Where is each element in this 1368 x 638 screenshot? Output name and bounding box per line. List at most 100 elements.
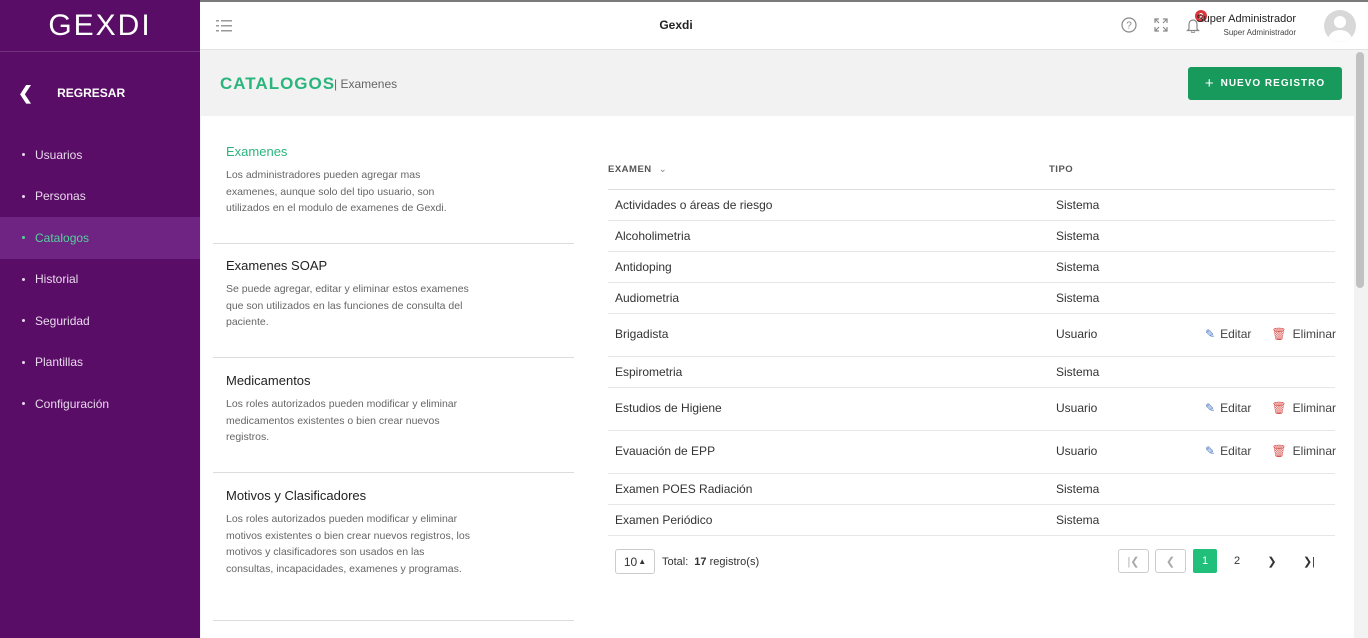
sidebar-item-label: Plantillas bbox=[35, 355, 84, 370]
bullet-icon bbox=[22, 277, 25, 281]
trash-icon[interactable]: 🗑 bbox=[1271, 444, 1286, 458]
app-logo[interactable]: GEXDI bbox=[0, 0, 200, 52]
sidebar-item-seguridad[interactable]: Seguridad bbox=[0, 300, 200, 342]
table-row: Brigadista Usuario ✎ Editar 🗑 Eliminar bbox=[608, 314, 1336, 357]
sidebar-item-historial[interactable]: Historial bbox=[0, 259, 200, 301]
cell-examen: Antidoping bbox=[615, 260, 672, 274]
cell-examen: Examen POES Radiación bbox=[615, 482, 753, 496]
sidebar-item-usuarios[interactable]: Usuarios bbox=[0, 134, 200, 176]
plus-icon: + bbox=[1204, 75, 1215, 92]
delete-link[interactable]: Eliminar bbox=[1293, 444, 1336, 458]
sidebar-item-label: Historial bbox=[35, 272, 79, 287]
sidebar-item-personas[interactable]: Personas bbox=[0, 176, 200, 218]
back-label: REGRESAR bbox=[57, 86, 126, 100]
catalog-title: Motivos y Clasificadores bbox=[226, 488, 367, 503]
sort-chevron-down-icon: ⌄ bbox=[658, 164, 668, 175]
cell-examen: Audiometria bbox=[615, 291, 680, 305]
page-title: CATALOGOS bbox=[220, 74, 336, 93]
delete-link[interactable]: Eliminar bbox=[1293, 327, 1336, 341]
table-row: Evauación de EPP Usuario ✎ Editar 🗑 Elimin… bbox=[608, 431, 1336, 474]
bullet-icon bbox=[22, 194, 25, 198]
new-record-button[interactable]: + NUEVO REGISTRO bbox=[1188, 67, 1342, 100]
edit-icon[interactable]: ✎ bbox=[1205, 327, 1215, 341]
total-label: Total: bbox=[662, 556, 689, 568]
table-row: Estudios de Higiene Usuario ✎ Editar 🗑 Eli… bbox=[608, 388, 1336, 431]
catalog-item-examenes-soap[interactable]: Examenes SOAP Se puede agregar, editar y… bbox=[213, 258, 574, 358]
bullet-icon bbox=[22, 360, 25, 364]
sidebar-item-configuracion[interactable]: Configuración bbox=[0, 383, 200, 425]
page-1-button[interactable]: 1 bbox=[1193, 549, 1217, 573]
catalog-description: Los roles autorizados pueden modificar y… bbox=[226, 513, 470, 575]
column-label: EXAMEN bbox=[608, 164, 652, 175]
bullet-icon bbox=[22, 319, 25, 323]
cell-tipo: Usuario bbox=[1056, 444, 1098, 458]
fullscreen-icon[interactable] bbox=[1152, 16, 1170, 34]
last-page-icon: ❯| bbox=[1302, 555, 1316, 568]
total-count: Total: 17 registro(s) bbox=[662, 556, 759, 568]
cell-examen: Evauación de EPP bbox=[615, 444, 716, 458]
app-title: Gexdi bbox=[659, 18, 693, 32]
cell-examen: Actividades o áreas de riesgo bbox=[615, 198, 773, 212]
edit-icon[interactable]: ✎ bbox=[1205, 444, 1215, 458]
bullet-icon bbox=[22, 236, 25, 240]
table-row: Audiometria Sistema bbox=[608, 283, 1335, 314]
sidebar-item-label: Configuración bbox=[35, 396, 110, 411]
column-header-tipo: TIPO bbox=[1049, 164, 1074, 175]
column-header-examen[interactable]: EXAMEN ⌄ bbox=[608, 164, 667, 175]
catalog-item-motivos[interactable]: Motivos y Clasificadores Los roles autor… bbox=[213, 488, 574, 621]
sidebar-item-label: Catalogos bbox=[35, 230, 90, 245]
last-page-button[interactable]: ❯| bbox=[1297, 549, 1321, 573]
total-suffix: registro(s) bbox=[709, 556, 760, 568]
cell-tipo: Sistema bbox=[1056, 229, 1100, 243]
page-scrollbar[interactable] bbox=[1356, 52, 1364, 288]
prev-page-button[interactable]: ❮ bbox=[1155, 549, 1186, 573]
user-menu[interactable]: Super Administrador Super Administrador bbox=[1196, 13, 1296, 37]
cell-tipo: Sistema bbox=[1056, 291, 1100, 305]
cell-tipo: Sistema bbox=[1056, 260, 1100, 274]
cell-examen: Alcoholimetria bbox=[615, 229, 691, 243]
sidebar-item-label: Personas bbox=[35, 189, 86, 204]
sidebar-item-catalogos[interactable]: Catalogos bbox=[0, 217, 200, 259]
sidebar-item-label: Usuarios bbox=[35, 147, 83, 162]
edit-link[interactable]: Editar bbox=[1220, 327, 1251, 341]
sidebar: GEXDI ❮ REGRESAR Usuarios Personas Catal… bbox=[0, 0, 200, 638]
catalog-description: Los administradores pueden agregar mas e… bbox=[226, 169, 447, 214]
catalog-item-medicamentos[interactable]: Medicamentos Los roles autorizados puede… bbox=[213, 373, 574, 473]
catalog-title: Medicamentos bbox=[226, 373, 311, 388]
edit-icon[interactable]: ✎ bbox=[1205, 401, 1215, 415]
catalog-item-examenes[interactable]: Examenes Los administradores pueden agre… bbox=[213, 144, 574, 244]
back-button[interactable]: ❮ REGRESAR bbox=[0, 52, 200, 134]
table-row: Actividades o áreas de riesgo Sistema bbox=[608, 190, 1335, 221]
catalog-description: Se puede agregar, editar y eliminar esto… bbox=[226, 283, 469, 328]
table-row: Examen POES Radiación Sistema bbox=[608, 474, 1335, 505]
page-subtitle: | Examenes bbox=[334, 77, 398, 91]
top-bar: Gexdi ? 2 Super Administrador Super Admi… bbox=[200, 2, 1368, 50]
cell-tipo: Sistema bbox=[1056, 365, 1100, 379]
cell-examen: Examen Periódico bbox=[615, 513, 713, 527]
logo-text: GEXDI bbox=[48, 8, 152, 42]
avatar[interactable] bbox=[1324, 10, 1356, 42]
page-size-select[interactable]: 10 ▲︎ bbox=[615, 549, 655, 574]
svg-text:?: ? bbox=[1126, 21, 1132, 32]
edit-link[interactable]: Editar bbox=[1220, 444, 1251, 458]
page-2-button[interactable]: 2 bbox=[1225, 549, 1249, 573]
delete-link[interactable]: Eliminar bbox=[1293, 401, 1336, 415]
first-page-button[interactable]: |❮ bbox=[1118, 549, 1149, 573]
first-page-icon: |❮ bbox=[1127, 555, 1140, 568]
total-value: 17 bbox=[694, 556, 707, 568]
sidebar-item-plantillas[interactable]: Plantillas bbox=[0, 342, 200, 384]
chevron-right-icon: ❯ bbox=[1267, 555, 1277, 568]
cell-tipo: Sistema bbox=[1056, 513, 1100, 527]
new-record-label: NUEVO REGISTRO bbox=[1220, 78, 1326, 89]
cell-examen: Estudios de Higiene bbox=[615, 401, 722, 415]
trash-icon[interactable]: 🗑 bbox=[1271, 401, 1286, 415]
catalog-title: Examenes SOAP bbox=[226, 258, 328, 273]
next-page-button[interactable]: ❯ bbox=[1260, 549, 1284, 573]
chevron-left-icon: ❮ bbox=[18, 82, 34, 103]
content-card: Examenes Los administradores pueden agre… bbox=[201, 116, 1354, 638]
edit-link[interactable]: Editar bbox=[1220, 401, 1251, 415]
cell-tipo: Sistema bbox=[1056, 482, 1100, 496]
help-icon[interactable]: ? bbox=[1120, 16, 1138, 34]
cell-tipo: Sistema bbox=[1056, 198, 1100, 212]
trash-icon[interactable]: 🗑 bbox=[1271, 327, 1286, 341]
